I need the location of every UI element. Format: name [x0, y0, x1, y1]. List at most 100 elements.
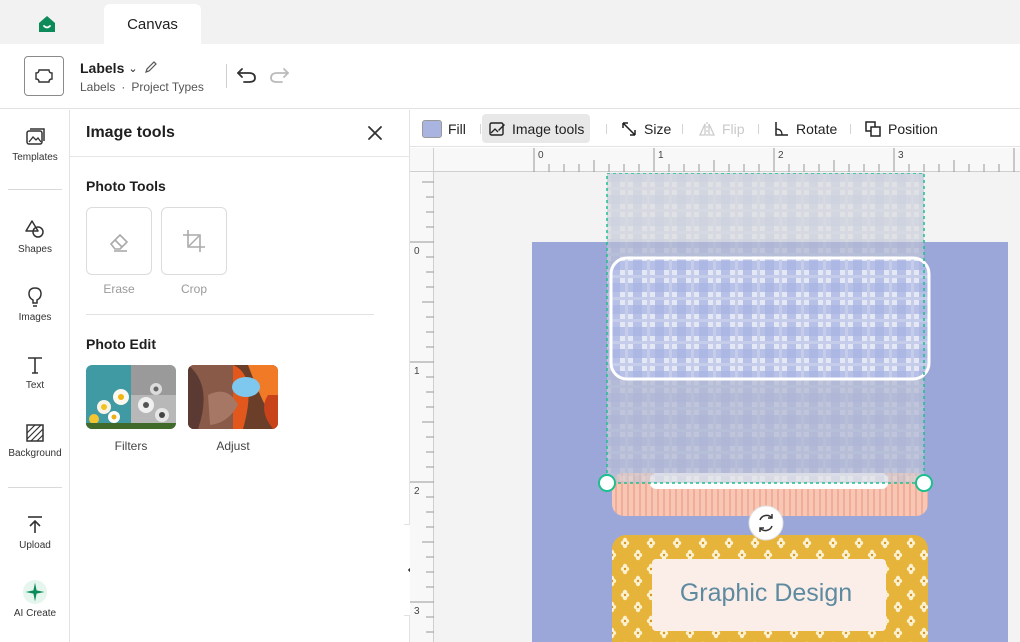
rail-background[interactable]: Background: [0, 422, 70, 459]
rail-label: Background: [8, 448, 62, 459]
fill-swatch-icon: [422, 119, 442, 138]
ruler-ticks: [533, 148, 1015, 172]
rail-divider: [8, 189, 62, 190]
divider: [70, 156, 410, 157]
panel-title: Image tools: [86, 124, 175, 141]
ruler-label: 1: [658, 150, 664, 161]
ruler-label: 3: [898, 150, 904, 161]
templates-icon: [26, 128, 45, 145]
ruler-label: 2: [414, 486, 420, 497]
photo-edit-heading: Photo Edit: [86, 336, 156, 352]
breadcrumb-item[interactable]: Labels: [80, 80, 115, 94]
rail-label: Templates: [12, 152, 58, 163]
filters-preview-image: [86, 365, 176, 429]
ruler-label: 0: [414, 246, 420, 257]
rotate-icon: [775, 121, 788, 136]
adjust-label: Adjust: [216, 439, 250, 453]
rail-templates[interactable]: Templates: [0, 126, 70, 163]
image-tools-panel: Image tools Photo Tools Erase Crop Photo…: [70, 110, 410, 642]
filters-label: Filters: [114, 439, 148, 453]
flip-icon: [698, 121, 716, 136]
close-icon[interactable]: [364, 122, 386, 144]
image-edit-icon: [489, 121, 505, 136]
chevron-down-icon: ⌄: [128, 62, 138, 75]
ruler-ticks: [410, 181, 434, 633]
context-toolbar: Fill Image tools Size Flip Rotate Positi…: [410, 110, 1020, 147]
project-header: Labels ⌄ Labels · Project Types: [0, 44, 1020, 109]
top-tab-bar: Canvas: [0, 0, 1020, 44]
divider: [86, 314, 374, 315]
arrange-icon: [865, 120, 881, 137]
ruler-label: 1: [414, 366, 420, 377]
position-label: Position: [888, 120, 938, 137]
breadcrumb-item[interactable]: Project Types: [131, 80, 203, 94]
rotate-label: Rotate: [796, 120, 838, 137]
horizontal-ruler: 0 1 2 3: [434, 148, 1020, 172]
project-title[interactable]: Labels ⌄: [80, 60, 138, 76]
erase-button[interactable]: [86, 207, 152, 275]
filters-thumbnail[interactable]: [86, 365, 176, 429]
adjust-thumbnail[interactable]: [188, 365, 278, 429]
pencil-icon[interactable]: [144, 60, 158, 74]
lightbulb-icon: [28, 287, 42, 307]
rail-text[interactable]: Text: [0, 354, 70, 391]
flip-button[interactable]: Flip: [692, 114, 751, 143]
rotate-handle[interactable]: [748, 505, 784, 541]
rail-upload[interactable]: Upload: [0, 514, 70, 551]
left-tool-rail: Templates Shapes Images Text Background: [0, 110, 70, 642]
rail-label: Images: [18, 312, 52, 323]
size-label: Size: [644, 120, 672, 137]
project-title-text: Labels: [80, 60, 125, 76]
rail-label: Shapes: [18, 244, 52, 255]
background-icon: [26, 424, 44, 442]
gingham-label-frame[interactable]: [611, 258, 929, 379]
resize-handle[interactable]: [598, 474, 616, 492]
divider: [850, 124, 851, 134]
ruler-label: 3: [414, 606, 420, 617]
size-button[interactable]: Size: [614, 114, 677, 143]
divider: [606, 124, 607, 134]
ruler-corner: [410, 148, 434, 172]
redo-icon[interactable]: [268, 65, 290, 85]
ruler-label: 0: [538, 150, 544, 161]
crop-label: Crop: [180, 282, 207, 296]
adjust-preview-image: [188, 365, 278, 429]
rail-images[interactable]: Images: [0, 286, 70, 323]
flip-label: Flip: [722, 120, 745, 137]
rail-divider: [8, 487, 62, 488]
label-shape-icon: [35, 69, 53, 83]
resize-icon: [622, 121, 636, 136]
erase-label: Erase: [103, 282, 135, 296]
divider: [480, 124, 481, 134]
image-tools-button[interactable]: Image tools: [482, 114, 591, 143]
crop-icon: [183, 230, 205, 252]
sparkle-icon: [23, 580, 47, 604]
home-icon[interactable]: [36, 13, 58, 35]
ruler-label: 2: [778, 150, 784, 161]
undo-icon[interactable]: [236, 65, 258, 85]
artboard[interactable]: Graphic Design: [435, 173, 1020, 642]
rail-label: Upload: [19, 540, 51, 551]
image-tools-label: Image tools: [512, 120, 585, 137]
photo-tools-heading: Photo Tools: [86, 178, 166, 194]
rail-label: Text: [25, 380, 45, 391]
divider: [682, 124, 683, 134]
position-button[interactable]: Position: [858, 114, 944, 143]
canvas-workspace[interactable]: 0 1 2 3 0 1 2 3 Graphic Design: [410, 148, 1020, 642]
vertical-ruler: 0 1 2 3: [410, 172, 434, 642]
upload-icon: [28, 516, 42, 533]
rail-ai-create[interactable]: AI Create: [0, 580, 70, 619]
tab-canvas[interactable]: Canvas: [104, 4, 201, 44]
fill-button[interactable]: Fill: [416, 114, 472, 143]
project-type-button[interactable]: [24, 56, 64, 96]
crop-button[interactable]: [161, 207, 227, 275]
rail-shapes[interactable]: Shapes: [0, 218, 70, 255]
rail-label: AI Create: [13, 608, 57, 619]
fill-label: Fill: [448, 120, 466, 137]
canvas-label-text[interactable]: Graphic Design: [680, 579, 852, 607]
eraser-icon: [110, 234, 128, 252]
resize-handle[interactable]: [915, 474, 933, 492]
breadcrumb-separator: ·: [121, 80, 126, 94]
rotate-button[interactable]: Rotate: [766, 114, 843, 143]
divider: [226, 64, 227, 88]
